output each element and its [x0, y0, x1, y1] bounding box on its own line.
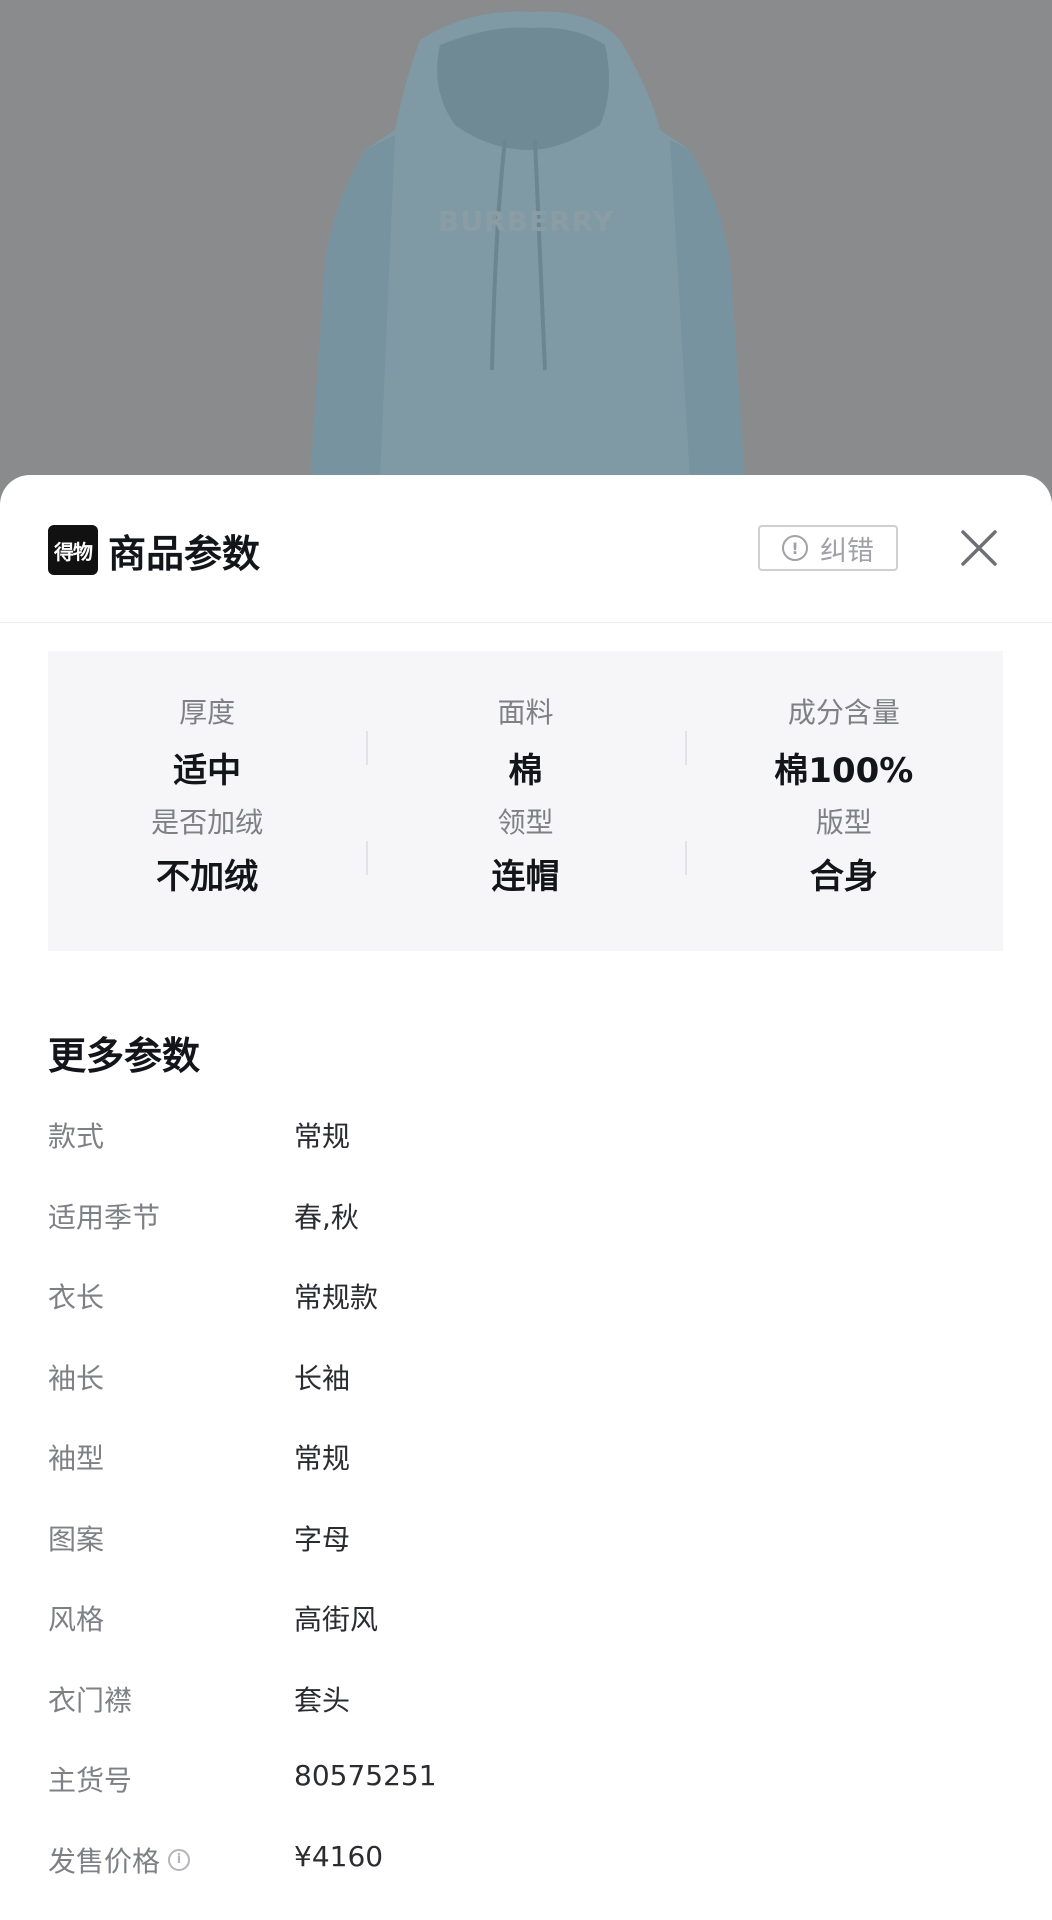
product-params-sheet: 得物 商品参数 ! 纠错 厚度 适中 面料 棉 成分含量 棉100% 是否加绒 … [0, 475, 1052, 1920]
key-param-label: 领型 [497, 806, 554, 839]
close-icon[interactable] [958, 527, 1000, 569]
key-param-label: 厚度 [179, 696, 236, 729]
key-param-value: 棉 [508, 751, 543, 791]
param-value: 常规 [294, 1120, 351, 1153]
key-param-value: 合身 [809, 857, 878, 897]
param-row: 主货号 80575251 [48, 1759, 1003, 1840]
param-row: 款式 常规 [48, 1115, 1003, 1196]
sheet-title: 商品参数 [108, 532, 261, 576]
param-value: ¥4160 [294, 1839, 384, 1873]
param-label: 发售价格 [48, 1844, 161, 1878]
alert-circle-icon: ! [782, 535, 808, 561]
param-label: 衣门襟 [48, 1683, 133, 1717]
param-row: 袖长 长袖 [48, 1357, 1003, 1438]
param-value: 字母 [294, 1522, 351, 1556]
key-param-label: 版型 [815, 806, 872, 839]
report-error-button[interactable]: ! 纠错 [758, 525, 898, 571]
more-params-list: 款式 常规 适用季节 春,秋 衣长 常规款 袖长 长袖 袖型 常规 图案 字母 … [48, 1115, 1003, 1920]
param-value: 春,秋 [294, 1200, 359, 1234]
brand-print-text: BURBERRY [438, 205, 614, 238]
param-row: 发售价格 i ¥4160 [48, 1840, 1003, 1920]
key-param-value: 棉100% [774, 751, 914, 791]
brand-logo-text: 得物 [54, 539, 93, 564]
param-value: 高街风 [294, 1603, 379, 1636]
param-row: 图案 字母 [48, 1518, 1003, 1599]
param-label: 风格 [48, 1603, 105, 1636]
key-params-grid: 厚度 适中 面料 棉 成分含量 棉100% 是否加绒 不加绒 领型 连帽 版型 … [48, 651, 1003, 951]
param-row: 衣门襟 套头 [48, 1679, 1003, 1760]
param-label: 袖长 [48, 1361, 105, 1395]
param-row: 衣长 常规款 [48, 1276, 1003, 1357]
report-error-label: 纠错 [820, 535, 874, 567]
param-label: 衣长 [48, 1281, 105, 1314]
key-param-value: 不加绒 [156, 857, 259, 897]
key-param-label: 面料 [497, 696, 554, 729]
key-param-label: 成分含量 [787, 696, 900, 729]
param-label: 适用季节 [48, 1200, 161, 1234]
key-param-item: 面料 棉 [366, 651, 684, 801]
param-value: 套头 [294, 1683, 351, 1717]
param-label-with-info: 发售价格 i [48, 1840, 191, 1880]
key-param-item: 是否加绒 不加绒 [48, 801, 366, 951]
key-param-item: 版型 合身 [684, 801, 1003, 951]
param-label: 袖型 [48, 1442, 105, 1475]
key-param-item: 领型 连帽 [366, 801, 684, 951]
param-value: 常规 [294, 1442, 351, 1475]
product-image-backdrop: BURBERRY [0, 0, 1052, 500]
param-label: 主货号 [48, 1764, 133, 1797]
key-param-item: 厚度 适中 [48, 651, 366, 801]
info-icon[interactable]: i [168, 1848, 191, 1871]
brand-logo-icon: 得物 [48, 525, 98, 575]
param-label: 图案 [48, 1522, 105, 1556]
more-params-title: 更多参数 [48, 1034, 201, 1078]
key-param-value: 连帽 [491, 857, 560, 897]
param-row: 适用季节 春,秋 [48, 1196, 1003, 1277]
param-value: 80575251 [294, 1759, 437, 1792]
param-value: 长袖 [294, 1361, 351, 1395]
param-value: 常规款 [294, 1281, 379, 1314]
key-param-item: 成分含量 棉100% [684, 651, 1003, 801]
sheet-header: 得物 商品参数 ! 纠错 [0, 475, 1052, 623]
param-row: 袖型 常规 [48, 1437, 1003, 1518]
key-param-label: 是否加绒 [151, 806, 264, 839]
hoodie-image [310, 11, 745, 481]
key-param-value: 适中 [173, 751, 242, 791]
param-row: 风格 高街风 [48, 1598, 1003, 1679]
param-label: 款式 [48, 1120, 105, 1153]
